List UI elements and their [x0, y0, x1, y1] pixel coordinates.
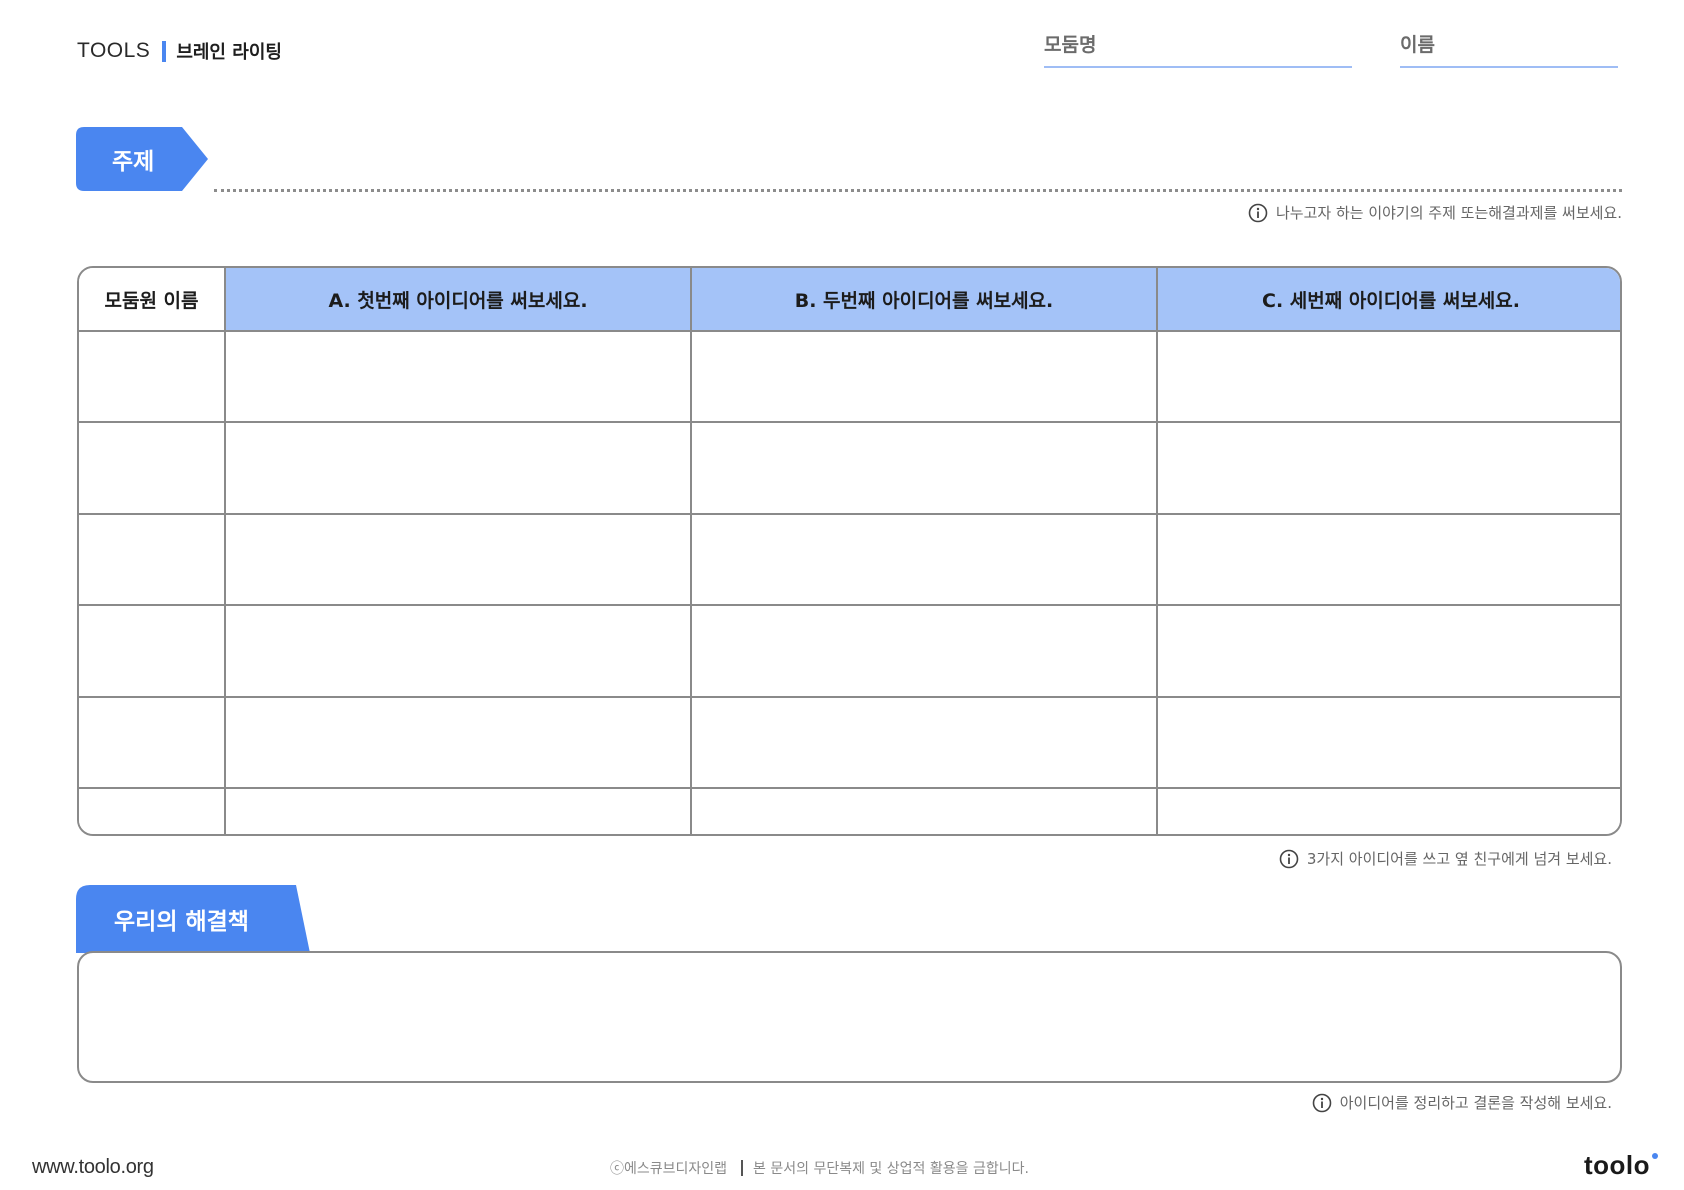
table-row	[79, 695, 1620, 790]
idea-a-cell[interactable]	[224, 329, 692, 424]
idea-c-cell[interactable]	[1156, 695, 1620, 790]
idea-c-cell[interactable]	[1156, 329, 1620, 424]
member-name-cell[interactable]	[79, 695, 226, 790]
info-icon	[1312, 1093, 1332, 1112]
member-name-header: 모둠원 이름	[79, 268, 226, 332]
tool-title: 브레인 라이팅	[176, 42, 282, 63]
table-header-row: 모둠원 이름 A. 첫번째 아이디어를 써보세요. B. 두번째 아이디어를 써…	[79, 268, 1620, 332]
idea-c-cell[interactable]	[1156, 604, 1620, 698]
idea-b-cell[interactable]	[690, 329, 1158, 424]
idea-a-cell[interactable]	[224, 512, 692, 607]
table-hint-text: 3가지 아이디어를 쓰고 옆 친구에게 넘겨 보세요.	[1306, 850, 1612, 868]
footer-website-link[interactable]: www.toolo.org	[32, 1156, 154, 1179]
member-name-cell[interactable]	[79, 604, 226, 698]
solution-hint: 아이디어를 정리하고 결론을 작성해 보세요.	[1312, 1092, 1612, 1113]
footer-copyright: ⓒ에스큐브디자인랩 본 문서의 무단복제 및 상업적 활용을 금합니다.	[610, 1158, 1029, 1178]
table-hint: 3가지 아이디어를 쓰고 옆 친구에게 넘겨 보세요.	[1279, 848, 1612, 869]
member-name-cell[interactable]	[79, 787, 226, 834]
solution-input-box[interactable]	[77, 951, 1622, 1083]
subject-input-line[interactable]	[214, 189, 1622, 192]
idea-b-cell[interactable]	[690, 604, 1158, 698]
table-row	[79, 604, 1620, 698]
copyright-text: ⓒ에스큐브디자인랩	[610, 1161, 728, 1177]
group-name-label: 모둠명	[1044, 34, 1097, 56]
idea-b-cell[interactable]	[690, 695, 1158, 790]
idea-c-cell[interactable]	[1156, 787, 1620, 834]
table-row	[79, 512, 1620, 607]
logo-text: toolo	[1584, 1150, 1651, 1180]
idea-a-cell[interactable]	[224, 421, 692, 515]
info-icon	[1248, 203, 1268, 222]
idea-a-cell[interactable]	[224, 695, 692, 790]
idea-a-header: A. 첫번째 아이디어를 써보세요.	[224, 268, 692, 332]
subject-hint-text: 나누고자 하는 이야기의 주제 또는해결과제를 써보세요.	[1275, 204, 1622, 222]
subject-tag: 주제	[76, 127, 208, 191]
brand-tools-label: TOOLS	[77, 39, 151, 62]
idea-c-header: C. 세번째 아이디어를 써보세요.	[1156, 268, 1620, 332]
table-row	[79, 421, 1620, 515]
table-row	[79, 787, 1620, 834]
idea-b-cell[interactable]	[690, 787, 1158, 834]
table-row	[79, 329, 1620, 424]
copyright-notice: 본 문서의 무단복제 및 상업적 활용을 금합니다.	[753, 1161, 1029, 1177]
footer-divider	[741, 1160, 744, 1176]
student-name-label: 이름	[1400, 34, 1435, 56]
idea-c-cell[interactable]	[1156, 421, 1620, 515]
solution-hint-text: 아이디어를 정리하고 결론을 작성해 보세요.	[1339, 1094, 1612, 1112]
idea-table: 모둠원 이름 A. 첫번째 아이디어를 써보세요. B. 두번째 아이디어를 써…	[77, 266, 1622, 836]
solution-label: 우리의 해결책	[114, 909, 249, 935]
subject-label: 주제	[112, 149, 155, 175]
solution-tag: 우리의 해결책	[76, 885, 310, 953]
idea-b-cell[interactable]	[690, 421, 1158, 515]
idea-b-header: B. 두번째 아이디어를 써보세요.	[690, 268, 1158, 332]
idea-b-cell[interactable]	[690, 512, 1158, 607]
subject-hint: 나누고자 하는 이야기의 주제 또는해결과제를 써보세요.	[1248, 202, 1622, 223]
member-name-cell[interactable]	[79, 329, 226, 424]
idea-a-cell[interactable]	[224, 604, 692, 698]
member-name-cell[interactable]	[79, 421, 226, 515]
logo-dot	[1652, 1153, 1659, 1159]
member-name-cell[interactable]	[79, 512, 226, 607]
brand-divider	[162, 40, 167, 62]
student-name-field[interactable]: 이름	[1400, 28, 1618, 68]
idea-c-cell[interactable]	[1156, 512, 1620, 607]
group-name-field[interactable]: 모둠명	[1044, 28, 1352, 68]
idea-a-cell[interactable]	[224, 787, 692, 834]
brand: TOOLS 브레인 라이팅	[77, 38, 282, 64]
info-icon	[1279, 849, 1299, 868]
toolo-logo: toolo	[1584, 1150, 1659, 1181]
